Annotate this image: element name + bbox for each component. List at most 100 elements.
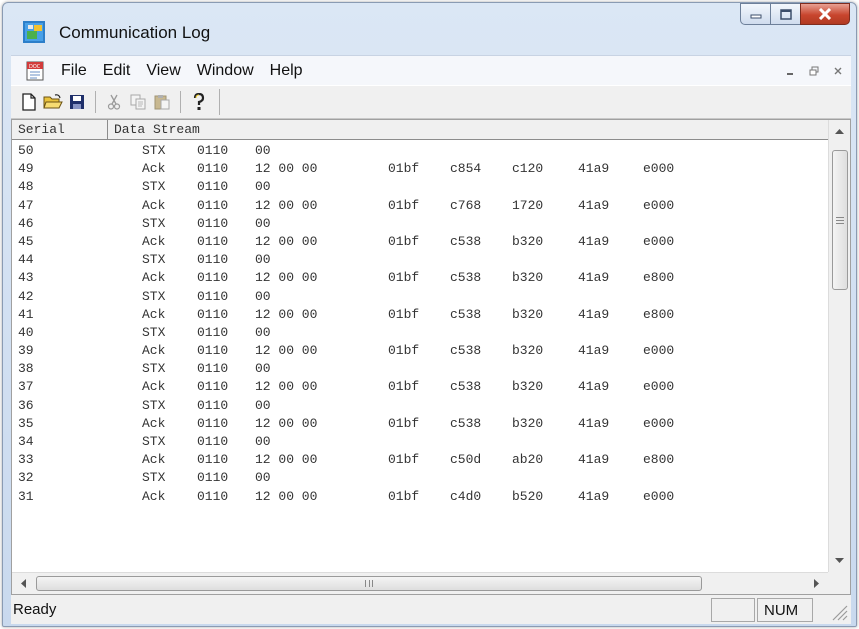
log-row[interactable]: 40 STX 0110 00 [12,324,828,342]
value-cell: 01bf [388,270,420,286]
log-row[interactable]: 41 Ack 0110 12 00 00 01bf c538 b320 41a9 e800 [12,306,828,324]
open-button[interactable] [41,90,65,114]
mdi-minimize-button[interactable] [779,61,801,81]
grip-icon [365,580,373,587]
code-cell: 0110 [197,197,229,213]
vertical-scrollbar[interactable] [828,120,850,572]
value-cell: c538 [450,306,482,322]
log-view[interactable]: Serial Data Stream 50 STX 0110 00 49 Ack 0110… [11,119,851,595]
value-cell: b520 [512,488,544,504]
log-row[interactable]: 44 STX 0110 00 [12,251,828,269]
mdi-close-button[interactable] [827,61,849,81]
value-cell: e000 [643,161,675,177]
serial-cell: 33 [18,452,34,468]
about-button[interactable] [187,90,211,114]
log-row[interactable]: 43 Ack 0110 12 00 00 01bf c538 b320 41a9 e800 [12,269,828,287]
scroll-down-button[interactable] [829,550,850,572]
value-cell: 41a9 [578,415,610,431]
svg-text:DOC: DOC [29,64,41,70]
type-cell: Ack [142,233,166,249]
serial-cell: 32 [18,470,34,486]
mdi-restore-button[interactable] [803,61,825,81]
value-cell: 41a9 [578,488,610,504]
status-pane-empty [711,598,755,622]
column-header-data-stream[interactable]: Data Stream [114,120,200,139]
close-button[interactable] [800,3,850,25]
save-button[interactable] [65,90,89,114]
log-row[interactable]: 42 STX 0110 00 [12,288,828,306]
menu-view[interactable]: View [138,56,188,86]
type-cell: Ack [142,488,166,504]
value-cell: e000 [643,488,675,504]
serial-cell: 45 [18,233,34,249]
value-cell: 41a9 [578,197,610,213]
scroll-up-button[interactable] [829,120,850,142]
serial-cell: 44 [18,252,34,268]
vertical-scroll-thumb[interactable] [832,150,848,290]
type-cell: Ack [142,270,166,286]
log-row[interactable]: 34 STX 0110 00 [12,433,828,451]
paste-button[interactable] [150,90,174,114]
copy-button[interactable] [126,90,150,114]
serial-cell: 38 [18,361,34,377]
menu-file[interactable]: File [53,56,95,86]
column-header-serial[interactable]: Serial [12,120,108,139]
maximize-button[interactable] [770,3,800,25]
type-cell: STX [142,179,166,195]
scroll-left-button[interactable] [12,573,34,594]
num-lock-indicator: NUM [757,598,813,622]
serial-cell: 48 [18,179,34,195]
log-row[interactable]: 36 STX 0110 00 [12,397,828,415]
log-row[interactable]: 37 Ack 0110 12 00 00 01bf c538 b320 41a9 e000 [12,378,828,396]
bytes-cell: 00 [255,397,271,413]
value-cell: b320 [512,343,544,359]
log-rows[interactable]: 50 STX 0110 00 49 Ack 0110 12 00 00 01bf c854 c12… [12,142,828,572]
log-row[interactable]: 50 STX 0110 00 [12,142,828,160]
value-cell: c538 [450,270,482,286]
code-cell: 0110 [197,452,229,468]
value-cell: e000 [643,343,675,359]
new-icon [22,93,36,111]
value-cell: 41a9 [578,306,610,322]
code-cell: 0110 [197,379,229,395]
serial-cell: 40 [18,324,34,340]
menu-window[interactable]: Window [189,56,262,86]
value-cell: 41a9 [578,233,610,249]
log-row[interactable]: 47 Ack 0110 12 00 00 01bf c768 1720 41a9 e000 [12,197,828,215]
horizontal-scrollbar[interactable] [12,572,828,594]
code-cell: 0110 [197,488,229,504]
open-icon [43,94,63,109]
value-cell: 41a9 [578,161,610,177]
log-row[interactable]: 39 Ack 0110 12 00 00 01bf c538 b320 41a9 e000 [12,342,828,360]
bytes-cell: 12 00 00 [255,233,318,249]
code-cell: 0110 [197,179,229,195]
resize-grip-icon[interactable] [827,600,849,622]
scroll-up-arrow-icon [835,129,844,134]
log-row[interactable]: 31 Ack 0110 12 00 00 01bf c4d0 b520 41a9 e000 [12,488,828,506]
log-row[interactable]: 46 STX 0110 00 [12,215,828,233]
minimize-icon [750,14,761,19]
title-bar[interactable]: Communication Log [3,3,856,47]
log-row[interactable]: 45 Ack 0110 12 00 00 01bf c538 b320 41a9 e000 [12,233,828,251]
type-cell: STX [142,434,166,449]
minimize-button[interactable] [740,3,770,25]
log-row[interactable]: 38 STX 0110 00 [12,360,828,378]
log-row[interactable]: 35 Ack 0110 12 00 00 01bf c538 b320 41a9 e000 [12,415,828,433]
log-row[interactable]: 32 STX 0110 00 [12,469,828,487]
horizontal-scroll-thumb[interactable] [36,576,702,591]
value-cell: 41a9 [578,270,610,286]
log-row[interactable]: 33 Ack 0110 12 00 00 01bf c50d ab20 41a9 e800 [12,451,828,469]
value-cell: c538 [450,343,482,359]
menu-edit[interactable]: Edit [95,56,139,86]
cut-button[interactable] [102,90,126,114]
log-row[interactable]: 49 Ack 0110 12 00 00 01bf c854 c120 41a9 e000 [12,160,828,178]
scroll-right-button[interactable] [806,573,828,594]
bytes-cell: 00 [255,179,271,195]
code-cell: 0110 [197,306,229,322]
log-row[interactable]: 48 STX 0110 00 [12,178,828,196]
type-cell: Ack [142,379,166,395]
new-button[interactable] [17,90,41,114]
serial-cell: 39 [18,343,34,359]
bytes-cell: 12 00 00 [255,415,318,431]
menu-help[interactable]: Help [262,56,311,86]
